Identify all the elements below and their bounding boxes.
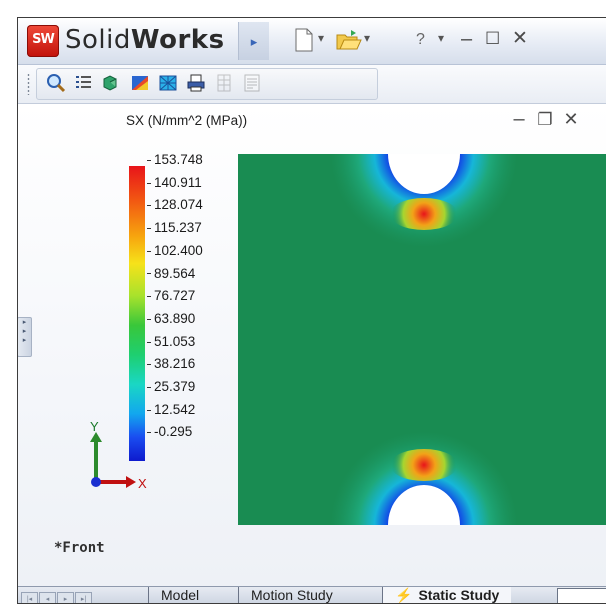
- legend-value: 51.053: [147, 334, 195, 349]
- first-tab-icon[interactable]: |◂: [21, 592, 38, 603]
- tab-model[interactable]: Model: [148, 587, 211, 603]
- legend-value: 115.237: [147, 220, 202, 235]
- graphics-area[interactable]: SX (N/mm^2 (MPa)) – ❐ ✕ ▸ ▸ ▸ 153.748 140.91…: [18, 104, 606, 586]
- list-icon[interactable]: [73, 73, 95, 95]
- stress-contour: [238, 154, 606, 525]
- tab-motion-study[interactable]: Motion Study: [238, 587, 345, 603]
- minimize-icon[interactable]: –: [461, 26, 472, 52]
- legend-value: 140.911: [147, 175, 202, 190]
- new-document-icon[interactable]: [294, 28, 314, 58]
- parts-icon[interactable]: [101, 73, 123, 95]
- print-icon[interactable]: [185, 73, 207, 95]
- viewport-close-icon[interactable]: ✕: [558, 109, 584, 130]
- legend-value: 89.564: [147, 266, 195, 281]
- next-tab-icon[interactable]: ▸: [57, 592, 74, 603]
- title-bar: SW SolidWorks ▸ ▾ ▾ ? ▾ – ☐ ✕: [18, 18, 606, 65]
- legend-value: 12.542: [147, 402, 195, 417]
- viewport-controls: – ❐ ✕: [506, 108, 584, 131]
- tab-static-study-label: Static Study: [418, 587, 500, 603]
- results-icon[interactable]: [129, 73, 151, 95]
- axis-x-label: X: [138, 476, 147, 491]
- view-name: *Front: [54, 540, 105, 556]
- coordinate-triad: Y X: [90, 419, 147, 491]
- axis-y-label: Y: [90, 419, 99, 434]
- stress-plot[interactable]: [238, 154, 606, 525]
- zoom-icon[interactable]: [45, 73, 67, 95]
- mesh-icon[interactable]: [157, 73, 179, 95]
- legend-value: 102.400: [147, 243, 203, 258]
- open-dropdown-icon[interactable]: ▾: [364, 31, 370, 45]
- solidworks-window: SW SolidWorks ▸ ▾ ▾ ? ▾ – ☐ ✕ SX (N/mm^2…: [17, 17, 606, 604]
- legend-value: 76.727: [147, 288, 195, 303]
- viewport-minimize-icon[interactable]: –: [506, 108, 532, 131]
- static-study-icon: ⚡: [395, 587, 413, 603]
- tab-static-study[interactable]: ⚡ Static Study: [382, 587, 512, 603]
- study-tabs: |◂ ◂ ▸ ▸| Model Motion Study ⚡ Static Study: [18, 586, 606, 603]
- brand-name: SolidWorks: [65, 25, 225, 55]
- legend-value: 25.379: [147, 379, 195, 394]
- grid-icon[interactable]: [213, 73, 235, 95]
- open-folder-icon[interactable]: [336, 28, 362, 58]
- legend-value: 63.890: [147, 311, 195, 326]
- toolbar-grip[interactable]: [27, 73, 30, 95]
- legend-value: 38.216: [147, 356, 195, 371]
- viewport-restore-icon[interactable]: ❐: [532, 110, 558, 130]
- logo-text: SW: [32, 32, 55, 47]
- plot-title: SX (N/mm^2 (MPa)): [126, 113, 248, 128]
- tab-area-blank: [557, 588, 606, 603]
- help-dropdown-icon[interactable]: ▾: [438, 31, 444, 45]
- simulation-toolbar: [18, 65, 606, 104]
- new-dropdown-icon[interactable]: ▾: [318, 31, 324, 45]
- solidworks-logo[interactable]: SW: [27, 25, 59, 57]
- maximize-icon[interactable]: ☐: [485, 26, 500, 52]
- help-icon[interactable]: ?: [416, 28, 425, 52]
- menu-expand-arrow-icon[interactable]: ▸: [238, 22, 269, 60]
- panel-expand-handle[interactable]: ▸ ▸ ▸: [18, 317, 32, 357]
- tab-scroll-arrows: |◂ ◂ ▸ ▸|: [21, 588, 93, 603]
- tool-group: [36, 68, 378, 100]
- prev-tab-icon[interactable]: ◂: [39, 592, 56, 603]
- close-icon[interactable]: ✕: [512, 26, 528, 52]
- last-tab-icon[interactable]: ▸|: [75, 592, 92, 603]
- legend-value: 128.074: [147, 197, 203, 212]
- legend-value: 153.748: [147, 152, 203, 167]
- report-icon[interactable]: [241, 73, 263, 95]
